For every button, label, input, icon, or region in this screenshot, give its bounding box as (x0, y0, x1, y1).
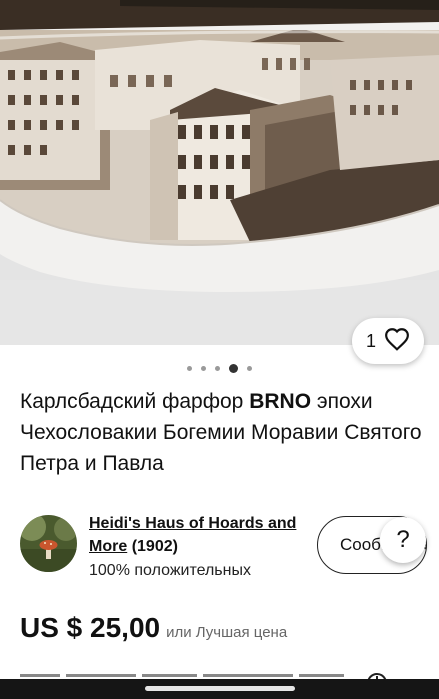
seller-section: Heidi's Haus of Hoards and More (1902) 1… (20, 510, 439, 580)
seller-feedback-percent: 100% положительных (89, 562, 251, 579)
carousel-dot[interactable] (187, 366, 192, 371)
carousel-dots[interactable] (0, 364, 439, 373)
seller-info: Heidi's Haus of Hoards and More (1902) 1… (89, 512, 321, 582)
heart-outline-icon (384, 327, 410, 356)
home-indicator[interactable] (145, 686, 295, 691)
price-amount: US $ 25,00 (20, 612, 161, 643)
title-brand: BRNO (249, 390, 312, 413)
best-offer-label: или Лучшая цена (166, 624, 288, 641)
system-nav-bar (0, 679, 439, 699)
help-button[interactable]: ? (380, 517, 426, 563)
like-count: 1 (365, 330, 376, 351)
mushroom-avatar (20, 515, 77, 572)
help-question-icon: ? (396, 526, 410, 553)
seller-name-link[interactable]: Heidi's Haus of Hoards and More (89, 515, 296, 555)
seller-avatar[interactable] (20, 515, 77, 572)
price-row: US $ 25,00 или Лучшая цена (20, 612, 287, 644)
carousel-dot[interactable] (201, 366, 206, 371)
like-button[interactable]: 1 (352, 318, 424, 364)
carousel-dot[interactable] (247, 366, 252, 371)
listing-photo[interactable] (0, 0, 439, 345)
title-text: Карлсбадский фарфор (20, 390, 250, 413)
porcelain-plate-photo (0, 0, 439, 345)
seller-name-line: Heidi's Haus of Hoards and More (1902) (89, 512, 321, 558)
carousel-dot-active[interactable] (229, 364, 238, 373)
partial-text-line (20, 672, 350, 677)
carousel-dot[interactable] (215, 366, 220, 371)
listing-title: Карлсбадский фарфор BRNO эпохи Чехослова… (20, 386, 425, 479)
seller-feedback-count: (1902) (131, 538, 178, 555)
